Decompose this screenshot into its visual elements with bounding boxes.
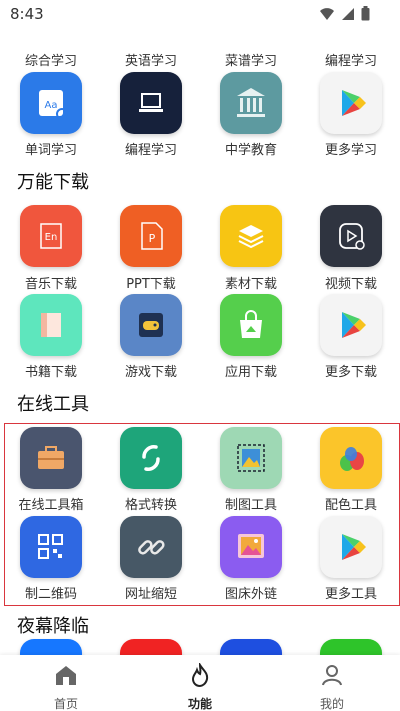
game-download-icon[interactable] <box>120 294 182 356</box>
svg-text:En: En <box>45 232 58 243</box>
ppt-download-icon[interactable]: P <box>120 205 182 267</box>
status-time: 8:43 <box>10 5 44 23</box>
bottom-navigation: 首页 功能 我的 <box>0 655 400 711</box>
label-more-tools: 更多工具 <box>324 587 377 602</box>
night-item-3-icon[interactable] <box>220 639 282 655</box>
status-icons <box>319 6 370 21</box>
flame-icon <box>191 663 209 687</box>
label-english-study: 英语学习 <box>124 54 177 69</box>
profile-icon <box>322 665 342 686</box>
label-more-download: 更多下载 <box>324 365 377 380</box>
label-drawing-tool: 制图工具 <box>224 498 277 513</box>
label-color-tool: 配色工具 <box>324 498 377 513</box>
toolbox-icon[interactable] <box>20 427 82 489</box>
night-item-4-icon[interactable] <box>320 639 382 655</box>
label-coding-study-top: 编程学习 <box>324 54 377 69</box>
label-image-host: 图床外链 <box>224 587 277 602</box>
more-study-icon[interactable] <box>320 72 382 134</box>
label-coding-study: 编程学习 <box>124 143 177 158</box>
label-music-download: 音乐下载 <box>24 277 77 292</box>
format-convert-icon[interactable] <box>120 427 182 489</box>
label-recipe-study: 菜谱学习 <box>224 54 277 69</box>
status-bar: 8:43 <box>0 0 400 30</box>
short-link-icon[interactable] <box>120 516 182 578</box>
nav-features-label: 功能 <box>187 697 212 711</box>
nav-home-label: 首页 <box>53 697 78 711</box>
label-toolbox: 在线工具箱 <box>18 498 84 513</box>
drawing-tool-icon[interactable] <box>220 427 282 489</box>
night-item-2-icon[interactable] <box>120 639 182 655</box>
nav-profile-label: 我的 <box>319 697 344 711</box>
label-format-convert: 格式转换 <box>124 498 177 513</box>
label-school-education: 中学教育 <box>224 143 277 158</box>
night-item-1-icon[interactable] <box>20 639 82 655</box>
label-ppt-download: PPT下载 <box>126 277 176 292</box>
label-word-study: 单词学习 <box>24 143 77 158</box>
app-download-icon[interactable] <box>220 294 282 356</box>
section-title-night: 夜幕降临 <box>17 616 89 637</box>
label-qrcode: 制二维码 <box>24 587 77 602</box>
svg-text:P: P <box>149 232 156 245</box>
word-study-icon[interactable]: Aa <box>20 72 82 134</box>
image-host-icon[interactable] <box>220 516 282 578</box>
nav-home[interactable]: 首页 <box>26 655 106 711</box>
section-title-tools: 在线工具 <box>17 394 89 415</box>
label-material-download: 素材下载 <box>224 277 277 292</box>
nav-profile[interactable]: 我的 <box>292 655 372 711</box>
battery-icon <box>361 6 370 21</box>
label-comprehensive-study: 综合学习 <box>24 54 77 69</box>
label-video-download: 视频下载 <box>324 277 377 292</box>
section-title-download: 万能下载 <box>17 172 89 193</box>
wifi-icon <box>320 7 334 20</box>
color-tool-icon[interactable] <box>320 427 382 489</box>
material-download-icon[interactable] <box>220 205 282 267</box>
more-tools-icon[interactable] <box>320 516 382 578</box>
feature-scroll-area[interactable]: 综合学习 英语学习 菜谱学习 编程学习 Aa 单词学习 编程学习 中学教育 更多… <box>0 0 400 655</box>
svg-text:Aa: Aa <box>45 100 58 111</box>
more-download-icon[interactable] <box>320 294 382 356</box>
school-education-icon[interactable] <box>220 72 282 134</box>
label-short-link: 网址缩短 <box>124 587 177 602</box>
qrcode-icon[interactable] <box>20 516 82 578</box>
music-download-icon[interactable]: En <box>20 205 82 267</box>
label-game-download: 游戏下载 <box>124 365 177 380</box>
label-book-download: 书籍下载 <box>24 365 77 380</box>
signal-icon <box>342 7 354 20</box>
nav-features[interactable]: 功能 <box>160 655 240 711</box>
home-icon <box>56 666 76 685</box>
coding-study-icon[interactable] <box>120 72 182 134</box>
label-more-study: 更多学习 <box>324 143 377 158</box>
label-app-download: 应用下载 <box>224 365 277 380</box>
book-download-icon[interactable] <box>20 294 82 356</box>
video-download-icon[interactable] <box>320 205 382 267</box>
